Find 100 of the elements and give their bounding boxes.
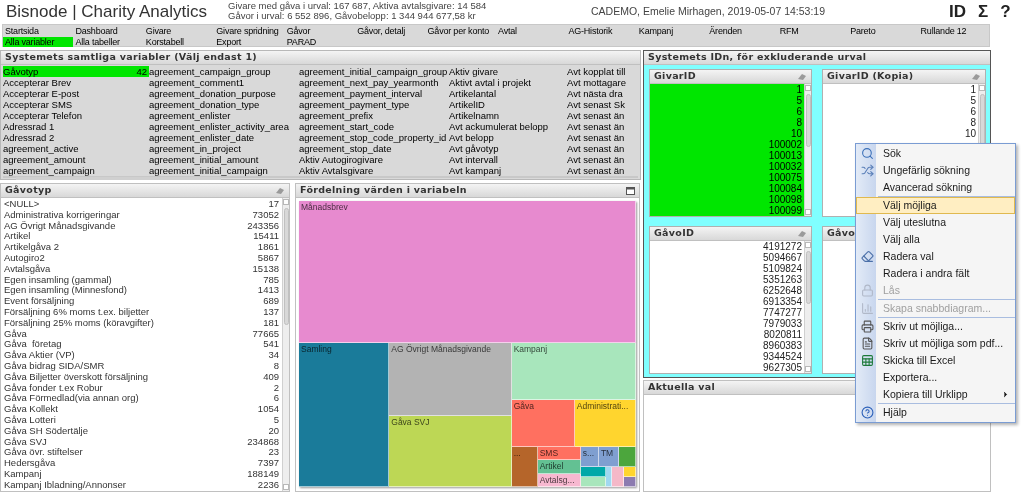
gift-type-name[interactable]: Gåva SH Södertälje [4,425,88,437]
gift-type-name[interactable]: Kampanj [4,468,42,480]
list-value[interactable]: 100099 [650,205,804,216]
menu-item[interactable]: Skriv ut möjliga som pdf... [856,335,1015,352]
variable-item[interactable]: Avt senast än [567,154,640,165]
menu-item[interactable]: Kopiera till Urklipp [856,386,1015,403]
gift-type-name[interactable]: Gåva Kollekt [4,404,58,415]
menu-item[interactable]: Ungefärlig sökning [856,162,1015,179]
variable-item[interactable]: Avt kopplat till [567,66,640,77]
gift-type-name[interactable]: Gåva [4,328,27,340]
treemap-tile[interactable] [605,466,612,487]
nav-tab[interactable]: Gåvor, detalj [355,26,426,37]
scrollbar[interactable] [3,176,638,178]
gift-type-name[interactable]: Gåva övr. stiftelser [4,447,83,459]
gift-type-name[interactable]: <NULL> [4,199,40,210]
nav-tab[interactable]: Rullande 12 [918,26,989,37]
variable-item[interactable]: Avt gåvotyp [449,143,567,154]
treemap-tile[interactable] [623,466,636,477]
eraser-icon[interactable] [971,72,981,81]
variable-item[interactable]: Artikelantal [449,88,567,99]
gift-type-name[interactable]: Artikelgåva 2 [4,242,59,253]
eraser-icon[interactable] [797,72,807,81]
variable-item[interactable]: agreement_next_pay_yearmonth [299,77,449,88]
variable-item[interactable]: Avt nästa dra [567,88,640,99]
variable-item[interactable]: Avt senast än [567,121,640,132]
variable-item[interactable]: agreement_in_project [149,143,299,154]
variable-item[interactable]: Aktiv givare [449,66,567,77]
gift-type-name[interactable]: Gåva företag [4,339,62,351]
menu-item[interactable]: Radera i andra fält [856,265,1015,282]
treemap-tile[interactable] [580,466,606,477]
variable-item[interactable]: Aktiv Autogirogivare [299,154,449,165]
gift-type-name[interactable]: Gåva bidrag SIDA/SMR [4,360,105,372]
list-value[interactable]: 10 [650,128,804,139]
menu-item[interactable]: Välj alla [856,231,1015,248]
nav-tab[interactable]: Avtal [496,26,567,37]
variable-item[interactable]: agreement_stop_code_property_id [299,132,449,143]
menu-item[interactable]: Skicka till Excel [856,352,1015,369]
list-value[interactable]: 100013 [650,150,804,161]
variable-item[interactable]: agreement_initial_campaign_group [299,66,449,77]
variable-item[interactable]: Accepterar Brev [3,77,149,88]
variable-item[interactable]: agreement_prefix [299,110,449,121]
variable-item[interactable]: Avt belopp [449,132,567,143]
treemap-tile[interactable]: Gåva [511,400,575,447]
variable-item[interactable]: Aktivt avtal i projekt [449,77,567,88]
gift-type-name[interactable]: Event försäljning [4,296,75,307]
treemap-tile[interactable]: Månadsbrev [299,201,636,344]
gift-type-name[interactable]: Gåva Förmedlad(via annan org) [4,393,139,405]
variable-item[interactable]: Adressrad 1 [3,121,149,132]
gift-type-name[interactable]: Gåva fonder t.ex Robur [4,382,103,394]
scrollbar[interactable] [804,84,811,216]
menu-item[interactable]: Avancerad sökning [856,179,1015,196]
nav-tab[interactable]: Givare [143,26,215,37]
treemap-tile[interactable]: Administrati... [574,400,636,447]
variable-item[interactable]: Accepterar E-post [3,88,149,99]
variable-item[interactable]: agreement_donation_purpose [149,88,299,99]
gift-type-name[interactable]: Gåva SVJ [4,436,47,448]
nav-tab[interactable]: Kampanj [636,26,708,37]
gift-type-name[interactable]: Försäljning 6% moms t.ex. biljetter [4,306,150,318]
variable-item[interactable]: Avt senast än [567,143,640,154]
gift-type-name[interactable]: Artikel [4,231,31,243]
variable-item[interactable]: agreement_amount [3,154,149,165]
variable-item[interactable]: Avt mottagare [567,77,640,88]
nav-tab[interactable]: Alla variabler [3,36,74,47]
gift-type-name[interactable]: Autogiro2 [4,253,45,264]
variable-item[interactable]: agreement_enlister_date [149,132,299,143]
menu-item[interactable]: Välj uteslutna [856,214,1015,231]
gift-type-name[interactable]: Kampanj Ibladning/Annonser [4,479,126,491]
nav-tab[interactable]: Export [214,36,285,47]
nav-tab[interactable]: Alla tabeller [73,36,144,47]
eraser-icon[interactable] [275,186,285,195]
treemap-tile[interactable] [580,476,606,487]
nav-tab[interactable]: RFM [777,26,849,37]
nav-tab[interactable]: Dashboard [73,26,144,37]
variable-item[interactable]: Gåvotyp 42 [3,66,149,77]
scrollbar[interactable] [282,198,289,491]
variable-item[interactable]: Accepterar Telefon [3,110,149,121]
list-value[interactable]: 100084 [650,183,804,194]
gift-type-name[interactable]: Administrativa korrigeringar [4,209,120,221]
variable-item[interactable]: Avt intervall [449,154,567,165]
list-value[interactable]: 5 [650,95,804,106]
menu-item[interactable]: Radera val [856,248,1015,265]
variable-item[interactable]: Adressrad 2 [3,132,149,143]
variable-item[interactable]: Accepterar SMS [3,99,149,110]
list-value[interactable]: 100002 [650,139,804,150]
gift-type-name[interactable]: Avtalsgåva [4,263,51,275]
variable-item[interactable]: ArtikelID [449,99,567,110]
toolbar-button[interactable]: Σ [978,1,989,22]
variable-item[interactable]: agreement_donation_type [149,99,299,110]
nav-tab[interactable]: Gåvor [284,26,356,37]
list-value[interactable]: 1 [650,84,804,95]
list-value[interactable]: 6 [650,106,804,117]
variable-item[interactable]: agreement_active [3,143,149,154]
nav-tab[interactable]: Pareto [848,26,919,37]
gift-type-name[interactable]: Gåva Biljetter överskott försäljning [4,371,149,383]
treemap-tile[interactable]: Gåva SVJ [389,416,512,487]
nav-tab[interactable]: AG-Historik [566,26,637,37]
variable-item[interactable]: Avt senast än [567,110,640,121]
variable-item[interactable]: agreement_initial_campaign [149,165,299,176]
variable-item[interactable]: Avt kampanj [449,165,567,176]
variable-item[interactable]: agreement_comment1 [149,77,299,88]
